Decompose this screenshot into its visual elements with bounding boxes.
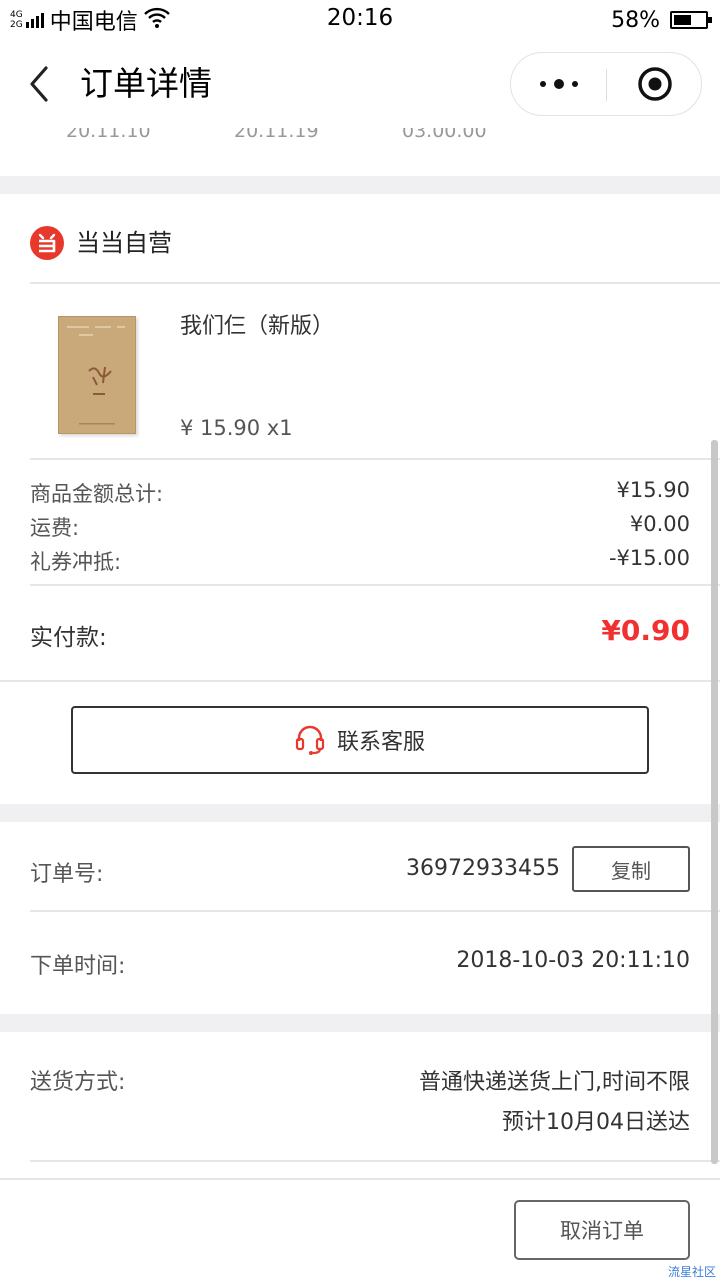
paid-amount-label: 实付款:	[30, 625, 107, 651]
timeline-date-3: 03.00.00	[402, 128, 487, 142]
delivery-eta: 预计10月04日送达	[502, 1110, 690, 1135]
divider	[30, 1160, 720, 1162]
target-close-icon	[637, 67, 672, 101]
product-card: 当当自营 我们仨（新版） ¥ 15.90 x1 商品金额总计: ¥15.90 运…	[0, 194, 720, 680]
coupon-label: 礼券冲抵:	[30, 550, 122, 574]
order-number-value: 36972933455	[406, 856, 560, 881]
order-time-label: 下单时间:	[30, 954, 126, 979]
scrolled-timeline-row: 20.11.10 20.11.19 03.00.00	[0, 128, 720, 176]
battery-tip	[708, 17, 712, 23]
goods-total-label: 商品金额总计:	[30, 482, 164, 506]
order-number-label: 订单号:	[30, 862, 104, 887]
bottom-action-bar: 取消订单 流星社区	[0, 1178, 720, 1280]
divider	[30, 910, 720, 912]
watermark: 流星社区	[667, 1265, 716, 1279]
book-cover-image[interactable]	[58, 316, 136, 434]
page-title: 订单详情	[80, 64, 212, 103]
goods-total-value: ¥15.90	[616, 478, 690, 502]
battery-fill	[674, 15, 691, 25]
timeline-date-1: 20.11.10	[66, 128, 151, 142]
product-price-qty: ¥ 15.90 x1	[180, 416, 293, 440]
nav-bar: 订单详情	[0, 40, 720, 128]
divider	[30, 458, 720, 460]
shipping-fee-value: ¥0.00	[629, 512, 690, 536]
contact-service-button[interactable]: 联系客服	[71, 706, 649, 774]
delivery-method-label: 送货方式:	[30, 1070, 126, 1095]
section-gap	[0, 176, 720, 194]
cancel-order-button[interactable]: 取消订单	[514, 1200, 690, 1260]
delivery-method-value: 普通快递送货上门,时间不限	[419, 1070, 690, 1095]
more-button[interactable]	[511, 53, 606, 115]
coupon-value: -¥15.00	[608, 546, 690, 570]
mini-program-capsule	[510, 52, 702, 116]
copy-order-number-button[interactable]: 复制	[572, 846, 690, 892]
delivery-card: 送货方式: 普通快递送货上门,时间不限 预计10月04日送达	[0, 1032, 720, 1178]
section-gap	[0, 1014, 720, 1032]
dangdang-logo-icon	[30, 226, 64, 260]
shop-name: 当当自营	[76, 229, 172, 257]
timeline-date-2: 20.11.19	[234, 128, 319, 142]
chevron-left-icon	[30, 66, 48, 102]
divider	[30, 584, 720, 586]
headset-icon	[295, 725, 325, 755]
contact-service-label: 联系客服	[336, 730, 425, 755]
shipping-fee-label: 运费:	[30, 516, 80, 540]
close-button[interactable]	[607, 53, 702, 115]
more-dots-icon	[539, 79, 578, 89]
status-right: 58%	[611, 6, 712, 34]
battery-percent: 58%	[611, 7, 660, 33]
section-gap	[0, 804, 720, 822]
back-button[interactable]	[24, 62, 60, 106]
battery-icon	[670, 11, 712, 29]
divider	[30, 282, 720, 284]
order-time-value: 2018-10-03 20:11:10	[456, 948, 690, 973]
product-title[interactable]: 我们仨（新版）	[180, 308, 334, 340]
status-bar: 4G 2G 中国电信 20:16 58%	[0, 0, 720, 40]
scrollbar[interactable]	[711, 440, 718, 1164]
paid-amount-value: ¥0.90	[601, 614, 690, 647]
